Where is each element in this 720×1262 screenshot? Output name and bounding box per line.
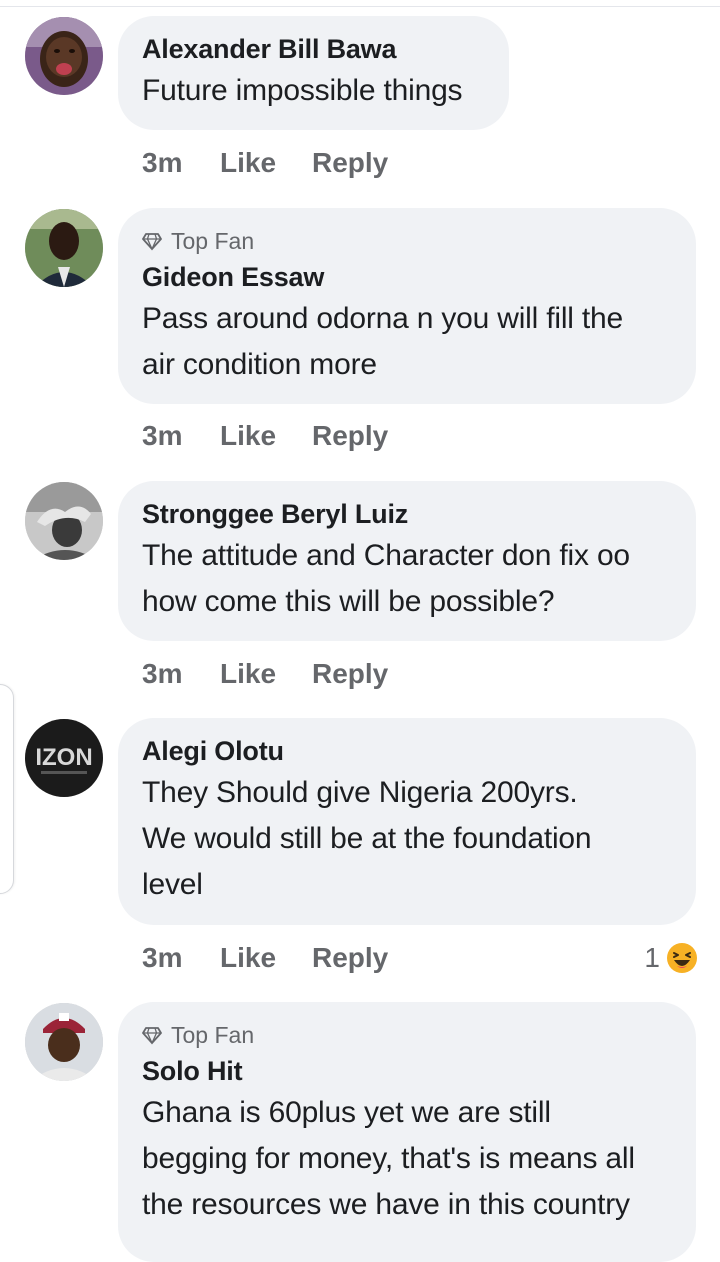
comment-time[interactable]: 3m [142,654,182,694]
comment-time[interactable]: 3m [142,938,182,978]
reaction-summary[interactable]: 1 [644,938,698,978]
reply-button[interactable]: Reply [312,416,388,456]
reply-button[interactable]: Reply [312,654,388,694]
badge-label: Top Fan [171,1022,255,1048]
avatar-logo-text: IZON [35,744,92,771]
comment-author[interactable]: Alegi Olotu [142,732,672,770]
reply-button[interactable]: Reply [312,143,388,183]
comment-text-line: air condition more [142,348,377,381]
comment-text-line: Ghana is 60plus yet we are still [142,1096,551,1129]
comment-time[interactable]: 3m [142,143,182,183]
top-fan-badge: Top Fan [142,224,672,258]
badge-label: Top Fan [171,228,255,254]
comment-text-line: how come this will be possible? [142,585,555,618]
comment-text-line: begging for money, that's is means all [142,1142,635,1175]
side-panel-edge[interactable] [0,684,14,894]
avatar[interactable] [25,17,103,95]
comment-bubble: Top Fan Gideon Essaw Pass around odorna … [118,208,696,404]
avatar[interactable]: IZON [25,719,103,797]
diamond-icon [142,233,162,251]
comment-author[interactable]: Solo Hit [142,1052,672,1090]
comment-author[interactable]: Stronggee Beryl Luiz [142,495,672,533]
comment-bubble: Alexander Bill Bawa Future impossible th… [118,16,509,130]
comment-text-line: We would still be at the foundation [142,822,592,855]
comment-text-line: Pass around odorna n you will fill the [142,302,624,335]
like-button[interactable]: Like [220,143,276,183]
comment-author[interactable]: Alexander Bill Bawa [142,30,485,68]
comment-author[interactable]: Gideon Essaw [142,258,672,296]
like-button[interactable]: Like [220,416,276,456]
comment-text-line: They Should give Nigeria 200yrs. [142,776,578,809]
comment-bubble: Stronggee Beryl Luiz The attitude and Ch… [118,481,696,641]
comment-bubble: Alegi Olotu They Should give Nigeria 200… [118,718,696,925]
avatar[interactable] [25,1003,103,1081]
like-button[interactable]: Like [220,938,276,978]
comment-text-line: Future impossible things [142,74,463,107]
avatar[interactable] [25,482,103,560]
avatar[interactable] [25,209,103,287]
top-divider [0,6,720,7]
comment-time[interactable]: 3m [142,416,182,456]
comment-text-line: The attitude and Character don fix oo [142,539,630,572]
haha-emoji-icon [667,943,697,973]
like-button[interactable]: Like [220,654,276,694]
comment-text-line: level [142,868,203,901]
comment-bubble: Top Fan Solo Hit Ghana is 60plus yet we … [118,1002,696,1262]
comment-text-line: the resources we have in this country [142,1188,630,1221]
reaction-count: 1 [644,942,660,973]
diamond-icon [142,1027,162,1045]
reply-button[interactable]: Reply [312,938,388,978]
top-fan-badge: Top Fan [142,1018,672,1052]
